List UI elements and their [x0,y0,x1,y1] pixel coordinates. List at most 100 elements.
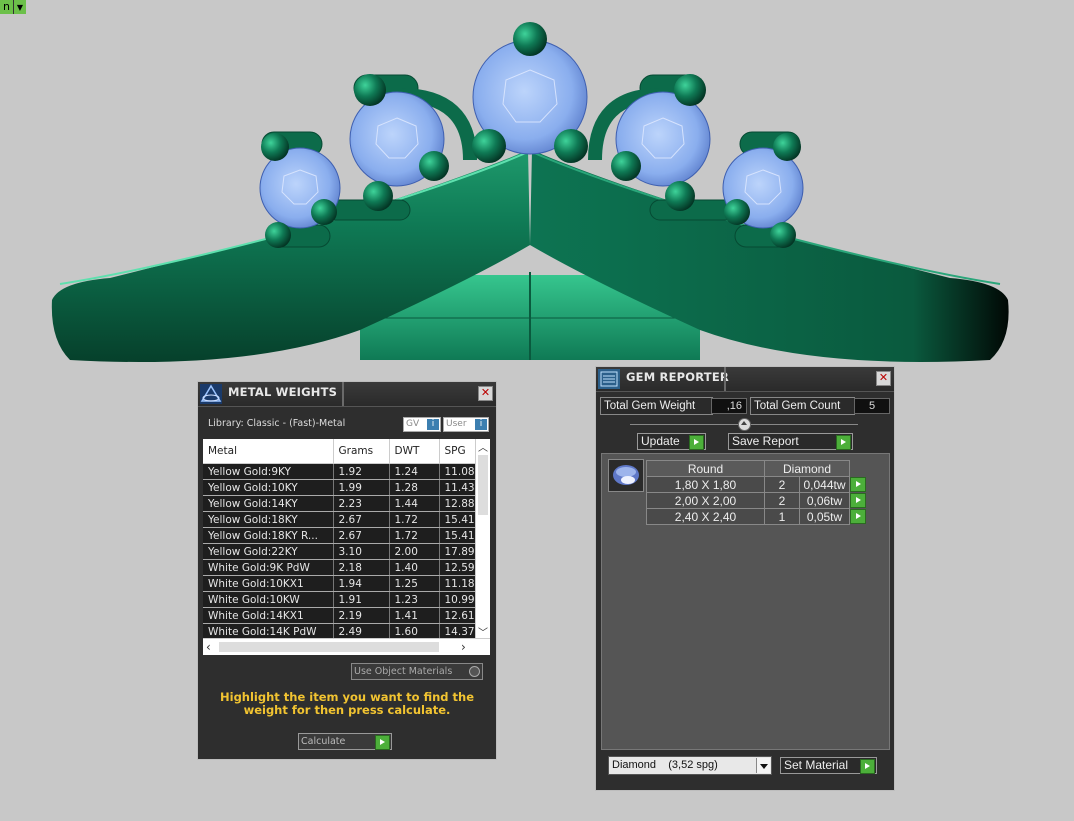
table-row[interactable]: White Gold:9K PdW 2.18 1.40 12.59 [203,559,476,576]
grams-cell: 2.19 [333,607,390,624]
column-header-shape: Round [646,460,765,477]
spg-cell: 15.41 [439,527,476,544]
grams-cell: 2.67 [333,527,390,544]
gem-reporter-title: GEM REPORTER [626,370,729,384]
spg-cell: 12.88 [439,495,476,512]
play-icon[interactable] [850,509,866,524]
vertical-scrollbar[interactable]: ︿ ﹀ [475,439,490,639]
user-button[interactable]: User i [443,417,489,432]
radio-icon[interactable] [469,666,480,677]
update-button[interactable]: Update [637,433,706,450]
metal-cell: Yellow Gold:18KY R... [203,527,334,544]
library-label: Library: Classic - (Fast)-Metal [208,418,346,429]
table-row[interactable]: White Gold:14KX1 2.19 1.41 12.61 [203,607,476,624]
title-divider [342,382,344,406]
gv-button[interactable]: GV i [403,417,441,432]
gem-reporter-icon [598,369,620,389]
info-icon: i [475,419,487,430]
table-row[interactable]: Yellow Gold:22KY 3.10 2.00 17.89 [203,543,476,560]
metal-cell: White Gold:10KW [203,591,334,608]
grams-cell: 3.10 [333,543,390,560]
hscroll-thumb[interactable] [219,642,439,652]
column-header-metal[interactable]: Metal [203,439,334,464]
metal-weights-icon [200,384,222,404]
dwt-cell: 1.72 [389,511,440,528]
spg-cell: 12.61 [439,607,476,624]
3d-viewport[interactable] [0,0,1074,817]
scroll-thumb[interactable] [478,455,488,515]
save-report-label: Save Report [732,434,799,448]
grams-cell: 2.18 [333,559,390,576]
use-object-materials-label: Use Object Materials [354,666,453,677]
gem-row[interactable]: 2,40 X 2,40 1 0,05tw [646,508,867,525]
gem-count-cell: 2 [764,476,800,493]
play-icon[interactable] [375,735,390,750]
slider-knob[interactable] [738,418,751,431]
metal-table[interactable]: Metal Grams DWT SPG Yellow Gold:9KY 1.92 1… [203,439,490,655]
table-row[interactable]: White Gold:10KW 1.91 1.23 10.99 [203,591,476,608]
table-row[interactable]: White Gold:10KX1 1.94 1.25 11.18 [203,575,476,592]
metal-weights-panel: METAL WEIGHTS ✕ Library: Classic - (Fast… [197,381,497,760]
calculate-button[interactable]: Calculate [298,733,392,750]
column-header-spg[interactable]: SPG [439,439,476,464]
title-divider [724,367,726,391]
close-icon[interactable]: ✕ [876,371,891,386]
play-icon[interactable] [836,435,851,450]
close-icon[interactable]: ✕ [478,386,493,401]
gem-weight-cell: 0,06tw [799,492,850,509]
play-icon[interactable] [860,759,875,774]
dwt-cell: 1.25 [389,575,440,592]
set-material-button[interactable]: Set Material [780,757,877,774]
play-icon[interactable] [689,435,704,450]
metal-cell: White Gold:9K PdW [203,559,334,576]
table-row[interactable]: Yellow Gold:18KY R... 2.67 1.72 15.41 [203,527,476,544]
scroll-left-icon[interactable]: ‹ [206,639,211,655]
column-header-dwt[interactable]: DWT [389,439,440,464]
dwt-cell: 1.40 [389,559,440,576]
grams-cell: 1.92 [333,463,390,480]
scroll-up-icon[interactable]: ︿ [476,439,490,454]
scroll-down-icon[interactable]: ﹀ [476,624,490,639]
metal-cell: Yellow Gold:22KY [203,543,334,560]
spg-cell: 12.59 [439,559,476,576]
set-material-label: Set Material [784,758,849,772]
metal-cell: Yellow Gold:14KY [203,495,334,512]
gem-count-cell: 1 [764,508,800,525]
dwt-cell: 2.00 [389,543,440,560]
play-icon[interactable] [850,493,866,508]
view-mode-tab[interactable]: n ▼ [0,0,26,14]
use-object-materials-toggle[interactable]: Use Object Materials [351,663,483,680]
gem-size-cell: 1,80 X 1,80 [646,476,765,493]
material-select-value: Diamond (3,52 spg) [612,759,718,771]
horizontal-scrollbar[interactable]: ‹ › [203,638,490,655]
gem-size-cell: 2,00 X 2,00 [646,492,765,509]
scroll-right-icon[interactable]: › [461,639,466,655]
grams-cell: 2.23 [333,495,390,512]
dwt-cell: 1.24 [389,463,440,480]
gem-row[interactable]: 1,80 X 1,80 2 0,044tw [646,476,867,493]
metal-weights-titlebar[interactable]: METAL WEIGHTS ✕ [198,382,496,407]
grams-cell: 2.67 [333,511,390,528]
gem-table: Round Diamond 1,80 X 1,80 2 0,044tw 2,00 X … [646,460,867,525]
info-icon: i [427,419,439,430]
save-report-button[interactable]: Save Report [728,433,853,450]
column-header-grams[interactable]: Grams [333,439,390,464]
gv-label: GV [406,419,420,429]
table-row[interactable]: Yellow Gold:9KY 1.92 1.24 11.08 [203,463,476,480]
dwt-cell: 1.28 [389,479,440,496]
table-row[interactable]: Yellow Gold:10KY 1.99 1.28 11.43 [203,479,476,496]
chevron-down-icon[interactable] [756,758,770,773]
table-row[interactable]: Yellow Gold:14KY 2.23 1.44 12.88 [203,495,476,512]
grams-cell: 1.94 [333,575,390,592]
gem-size-cell: 2,40 X 2,40 [646,508,765,525]
chevron-down-icon[interactable]: ▼ [12,0,26,14]
instruction-text: Highlight the item you want to find the … [220,690,474,717]
user-label: User [446,419,467,429]
table-row[interactable]: Yellow Gold:18KY 2.67 1.72 15.41 [203,511,476,528]
gem-reporter-titlebar[interactable]: GEM REPORTER ✕ [596,367,894,392]
gem-row[interactable]: 2,00 X 2,00 2 0,06tw [646,492,867,509]
play-icon[interactable] [850,477,866,492]
material-select[interactable]: Diamond (3,52 spg) [608,756,772,775]
round-gem-icon[interactable] [608,459,644,492]
spg-cell: 11.18 [439,575,476,592]
